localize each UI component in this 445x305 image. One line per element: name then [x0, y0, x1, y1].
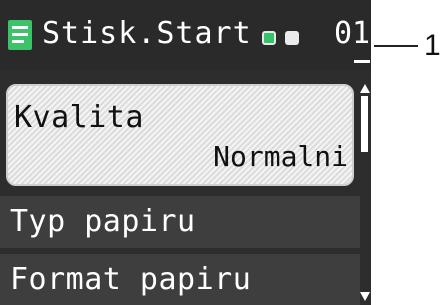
- menu-item-paper-type[interactable]: Typ papiru: [0, 196, 360, 248]
- document-icon: [8, 20, 32, 50]
- settings-menu: Kvalita Normalni Typ papiru Format papir…: [0, 74, 362, 305]
- menu-item-label: Typ papiru: [10, 204, 196, 239]
- callout-label: 1: [424, 29, 441, 62]
- menu-item-paper-size[interactable]: Format papiru: [0, 254, 360, 305]
- white-status-indicator: [285, 31, 299, 45]
- copy-count: 01: [334, 16, 371, 51]
- menu-item-quality[interactable]: Kvalita Normalni: [6, 84, 354, 186]
- copy-count-cursor: [354, 60, 370, 63]
- scroll-down-arrow-icon[interactable]: [360, 292, 370, 301]
- lcd-screen: Stisk.Start 01 Kvalita Normalni Typ papi…: [0, 0, 371, 305]
- callout-line: [374, 45, 418, 47]
- menu-item-label: Kvalita: [14, 100, 144, 135]
- green-status-indicator: [262, 31, 276, 45]
- menu-item-label: Format papiru: [10, 262, 252, 297]
- scroll-up-arrow-icon[interactable]: [360, 84, 370, 93]
- header-title: Stisk.Start: [42, 16, 252, 51]
- menu-item-value: Normalni: [213, 140, 348, 173]
- status-header: Stisk.Start 01: [0, 0, 371, 70]
- scrollbar[interactable]: [359, 84, 371, 305]
- scroll-thumb[interactable]: [361, 96, 368, 152]
